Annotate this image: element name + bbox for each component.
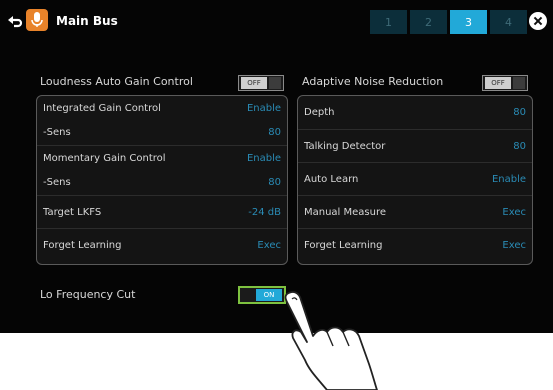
row-value: 80: [268, 177, 281, 188]
row-label: Momentary Gain Control: [43, 152, 166, 164]
tab-2[interactable]: 2: [410, 10, 447, 34]
row-label: Forget Learning: [304, 240, 383, 251]
row-label: Talking Detector: [304, 140, 386, 152]
list-item[interactable]: -Sens 80: [37, 120, 287, 146]
list-item[interactable]: Momentary Gain Control Enable: [37, 146, 287, 170]
row-label: -Sens: [43, 177, 71, 188]
list-item[interactable]: -Sens 80: [37, 170, 287, 196]
list-item[interactable]: Manual Measure Exec: [298, 196, 532, 229]
toggle-label: OFF: [241, 77, 267, 89]
row-value: 80: [513, 140, 526, 152]
row-value: Enable: [246, 102, 281, 114]
loudness-settings-panel: Integrated Gain Control Enable -Sens 80 …: [36, 95, 288, 265]
row-label: Auto Learn: [304, 173, 359, 185]
list-item[interactable]: Depth 80: [298, 96, 532, 130]
list-item[interactable]: Integrated Gain Control Enable: [37, 96, 287, 120]
noise-reduction-panel: Depth 80 Talking Detector 80 Auto Learn …: [297, 95, 533, 265]
screen: Main Bus 1 2 3 4 Loudness Auto Gain Cont…: [0, 0, 553, 333]
toggle-label: OFF: [485, 77, 511, 89]
tab-1[interactable]: 1: [370, 10, 407, 34]
page-tabs: 1 2 3 4: [370, 10, 530, 34]
tab-4[interactable]: 4: [490, 10, 527, 34]
row-label: Integrated Gain Control: [43, 102, 161, 114]
loudness-agc-toggle[interactable]: OFF: [238, 75, 284, 91]
adaptive-noise-reduction-heading: Adaptive Noise Reduction: [302, 75, 444, 88]
row-value: 80: [513, 107, 526, 118]
row-label: -Sens: [43, 127, 71, 138]
row-value: -24 dB: [248, 206, 281, 218]
noise-reduction-toggle[interactable]: OFF: [482, 75, 528, 91]
row-value: 80: [268, 127, 281, 138]
row-value: Exec: [502, 206, 526, 218]
row-value: Exec: [257, 240, 281, 251]
list-item[interactable]: Forget Learning Exec: [37, 229, 287, 262]
microphone-icon: [26, 9, 48, 31]
row-value: Enable: [491, 173, 526, 185]
row-value: Enable: [246, 152, 281, 164]
pointing-hand-icon: [284, 291, 378, 390]
row-label: Depth: [304, 107, 335, 118]
page-title: Main Bus: [56, 14, 118, 28]
row-label: Manual Measure: [304, 206, 387, 218]
top-bar: Main Bus 1 2 3 4: [0, 0, 553, 42]
row-value: Exec: [502, 240, 526, 251]
list-item[interactable]: Auto Learn Enable: [298, 163, 532, 196]
tab-3[interactable]: 3: [450, 10, 487, 34]
close-icon[interactable]: [529, 12, 547, 30]
lo-frequency-cut-label: Lo Frequency Cut: [40, 288, 136, 301]
list-item[interactable]: Forget Learning Exec: [298, 229, 532, 262]
toggle-thumb: [269, 77, 281, 89]
list-item[interactable]: Target LKFS -24 dB: [37, 196, 287, 229]
row-label: Forget Learning: [43, 240, 122, 251]
back-arrow-icon[interactable]: [6, 12, 24, 30]
toggle-thumb: [513, 77, 525, 89]
row-label: Target LKFS: [43, 206, 102, 218]
list-item[interactable]: Talking Detector 80: [298, 130, 532, 163]
loudness-agc-heading: Loudness Auto Gain Control: [40, 75, 193, 88]
